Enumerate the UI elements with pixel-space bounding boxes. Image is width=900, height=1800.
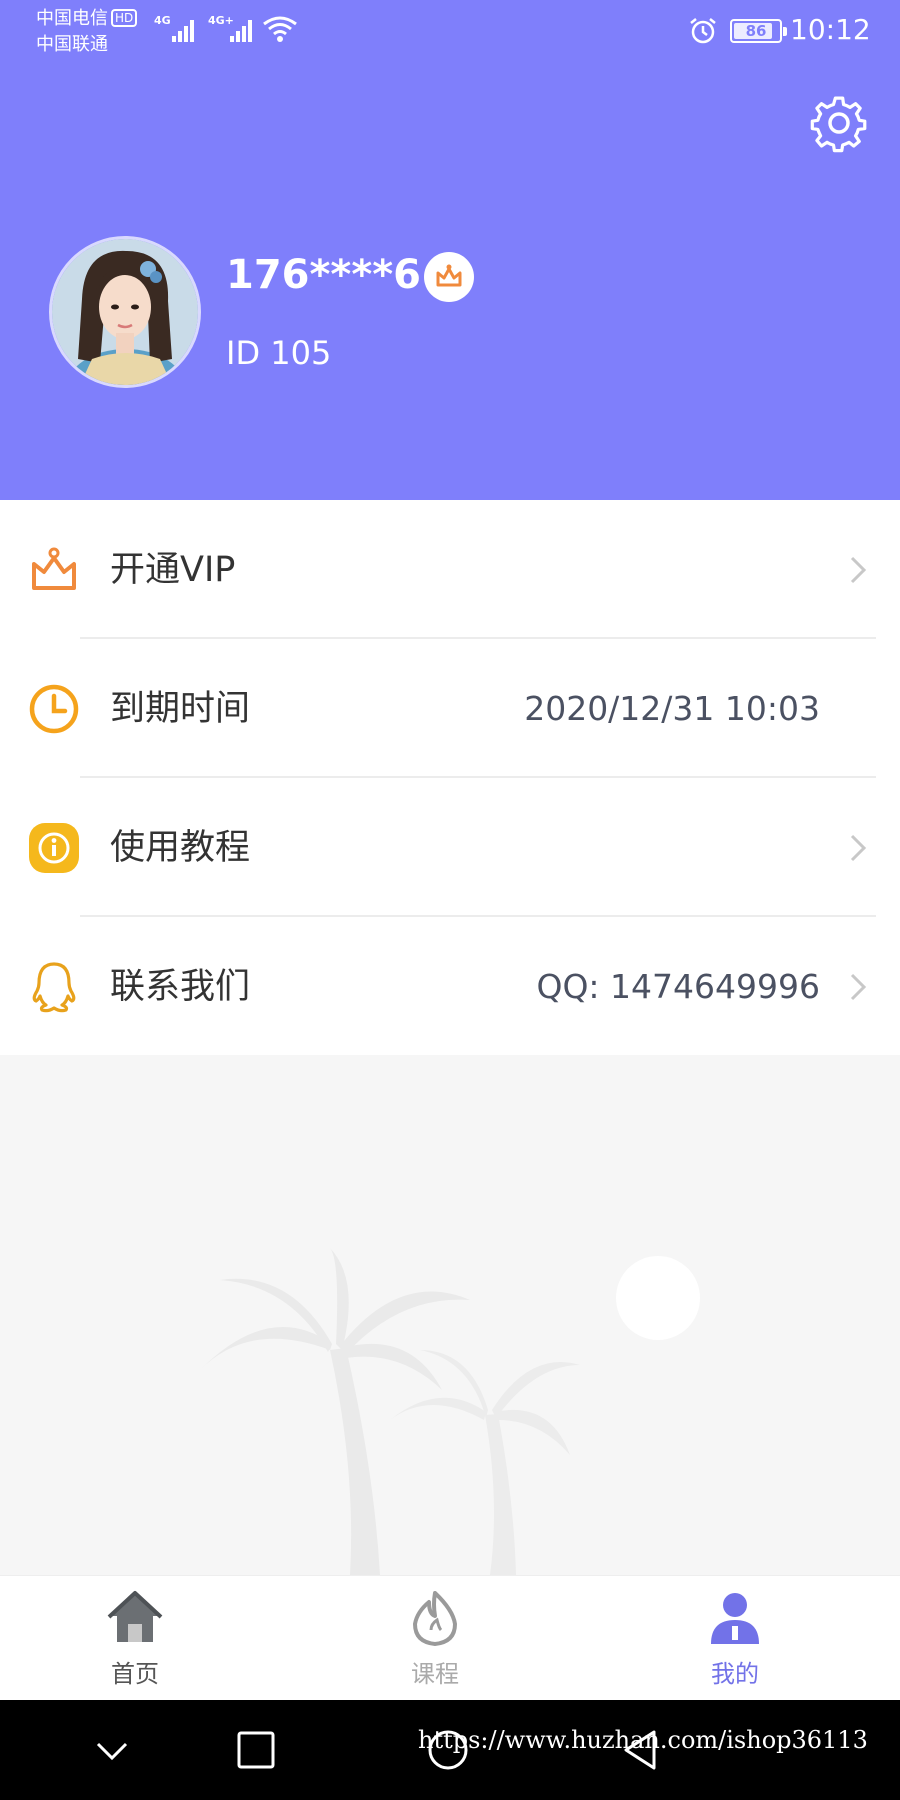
signal-2-icon: 4G+ — [208, 14, 258, 44]
contact-qq-value: QQ: 1474649996 — [536, 967, 820, 1006]
menu-item-label: 使用教程 — [110, 828, 251, 868]
carrier-info: 中国电信 HD 中国联通 — [36, 6, 138, 58]
chevron-right-icon — [850, 973, 867, 1001]
menu-item-tutorial[interactable]: 使用教程 — [0, 778, 900, 917]
menu-item-contact-us[interactable]: 联系我们 QQ: 1474649996 — [0, 917, 900, 1056]
avatar-image — [52, 239, 198, 385]
flame-icon — [413, 1591, 457, 1646]
alarm-icon — [690, 18, 716, 44]
username: 176****6 — [226, 252, 421, 298]
menu-item-expiry-time: 到期时间 2020/12/31 10:03 — [0, 639, 900, 778]
carrier-1: 中国电信 — [36, 8, 108, 29]
hd-badge: HD — [111, 9, 138, 27]
menu-item-label: 到期时间 — [110, 689, 251, 729]
carrier-2: 中国联通 — [36, 34, 108, 55]
battery-icon: 86 — [730, 19, 787, 43]
tab-home[interactable]: 首页 — [55, 1576, 215, 1701]
info-icon — [29, 823, 79, 873]
clock-icon — [29, 684, 79, 734]
tab-courses[interactable]: 课程 — [355, 1576, 515, 1701]
signal-1-icon: 4G — [154, 14, 200, 44]
expiry-time-value: 2020/12/31 10:03 — [524, 689, 820, 728]
status-bar: 中国电信 HD 中国联通 4G 4G+ 86 10:12 — [0, 0, 900, 58]
watermark-text: https://www.huzhan.com/ishop36113 — [418, 1726, 868, 1754]
settings-menu: 开通VIP 到期时间 2020/12/31 10:03 使用教程 联系我们 QQ… — [0, 500, 900, 1055]
vip-crown-badge-icon — [424, 252, 474, 302]
chevron-right-icon — [850, 556, 867, 584]
status-time: 10:12 — [790, 13, 871, 46]
user-id: ID 105 — [226, 334, 332, 372]
qq-icon — [32, 962, 76, 1013]
battery-level: 86 — [745, 22, 767, 40]
tab-label: 我的 — [711, 1660, 759, 1688]
home-icon — [107, 1591, 163, 1642]
tab-mine[interactable]: 我的 — [655, 1576, 815, 1701]
crown-icon — [32, 547, 76, 590]
profile-header: 中国电信 HD 中国联通 4G 4G+ 86 10:12 176****6 ID… — [0, 0, 900, 500]
menu-item-label: 开通VIP — [110, 550, 236, 590]
user-avatar[interactable] — [49, 236, 201, 388]
recents-square-icon[interactable] — [234, 1728, 278, 1772]
menu-item-label: 联系我们 — [110, 967, 251, 1007]
chevron-right-icon — [850, 834, 867, 862]
chevron-down-icon[interactable] — [90, 1728, 134, 1772]
tab-label: 首页 — [111, 1660, 159, 1688]
menu-item-open-vip[interactable]: 开通VIP — [0, 500, 900, 639]
settings-gear-icon[interactable] — [808, 92, 870, 154]
user-icon — [711, 1593, 759, 1644]
palm-tree-illustration — [200, 1248, 700, 1575]
bottom-tab-bar: 首页 课程 我的 — [0, 1575, 900, 1700]
system-navigation-bar: https://www.huzhan.com/ishop36113 — [0, 1700, 900, 1800]
wifi-icon — [263, 16, 297, 42]
tab-label: 课程 — [411, 1660, 459, 1688]
